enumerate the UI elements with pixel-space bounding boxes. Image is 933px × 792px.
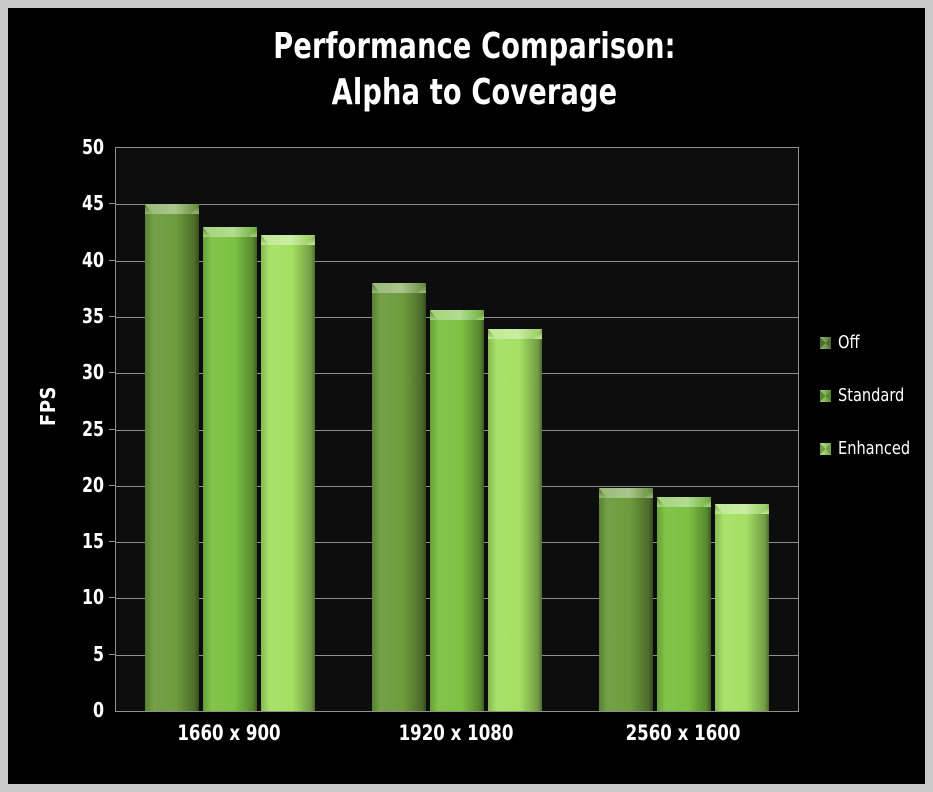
bar-top-bevel <box>261 235 315 245</box>
bar-top-bevel <box>599 488 653 498</box>
bar-body <box>657 506 711 711</box>
y-axis-tick-label: 5 <box>92 642 104 666</box>
y-axis-tick-label: 25 <box>81 417 104 441</box>
bar-body <box>203 236 257 711</box>
legend-entry[interactable]: Standard <box>820 385 925 408</box>
bar <box>430 310 484 711</box>
y-axis-tick-label: 10 <box>81 585 104 609</box>
x-axis-tick-label: 2560 x 1600 <box>625 721 741 745</box>
bar-body <box>372 292 426 711</box>
bar-top-bevel <box>430 310 484 320</box>
bar-body <box>599 497 653 711</box>
bar-body <box>430 319 484 711</box>
legend-swatch-icon <box>820 337 831 349</box>
bar <box>715 504 769 711</box>
bar <box>372 283 426 711</box>
y-axis-tick-label: 15 <box>81 529 104 553</box>
y-axis-tick-label: 40 <box>81 248 104 272</box>
bar <box>261 235 315 711</box>
bar-body <box>715 513 769 711</box>
bar <box>488 329 542 711</box>
legend-label: Off <box>838 332 860 353</box>
y-axis-tick-label: 35 <box>81 304 104 328</box>
legend-label: Standard <box>838 385 905 406</box>
bar-top-bevel <box>372 283 426 293</box>
x-axis-tick-label: 1660 x 900 <box>177 721 281 745</box>
bar <box>203 227 257 711</box>
bar-top-bevel <box>203 227 257 237</box>
x-axis-tick-label: 1920 x 1080 <box>398 721 514 745</box>
chart-frame: Performance Comparison: Alpha to Coverag… <box>0 0 933 792</box>
legend-label: Enhanced <box>838 438 911 459</box>
gridline <box>116 204 798 205</box>
y-axis-tick-label: 45 <box>81 191 104 215</box>
legend-entry[interactable]: Off <box>820 332 925 355</box>
bar-body <box>488 338 542 711</box>
y-axis-tick-label: 50 <box>81 135 104 159</box>
bar-top-bevel <box>657 497 711 507</box>
legend-swatch-icon <box>820 443 831 455</box>
bar-top-bevel <box>715 504 769 514</box>
bar-top-bevel <box>145 204 199 214</box>
y-axis-tick-label: 30 <box>81 360 104 384</box>
bar <box>599 488 653 711</box>
plot-area <box>115 147 799 712</box>
legend-entry[interactable]: Enhanced <box>820 438 925 461</box>
bar <box>145 204 199 711</box>
legend-swatch-icon <box>820 390 831 402</box>
bar-body <box>261 244 315 711</box>
bar <box>657 497 711 711</box>
bar-top-bevel <box>488 329 542 339</box>
chart-legend: Off Standard Enhanced <box>820 332 925 492</box>
bar-body <box>145 213 199 711</box>
y-axis-tick-label: 0 <box>92 698 104 722</box>
y-axis-tick-labels: 0 5 10 15 20 25 30 35 40 45 50 <box>8 137 115 720</box>
y-axis-tick-label: 20 <box>81 473 104 497</box>
chart-title: Performance Comparison: Alpha to Coverag… <box>273 26 676 114</box>
